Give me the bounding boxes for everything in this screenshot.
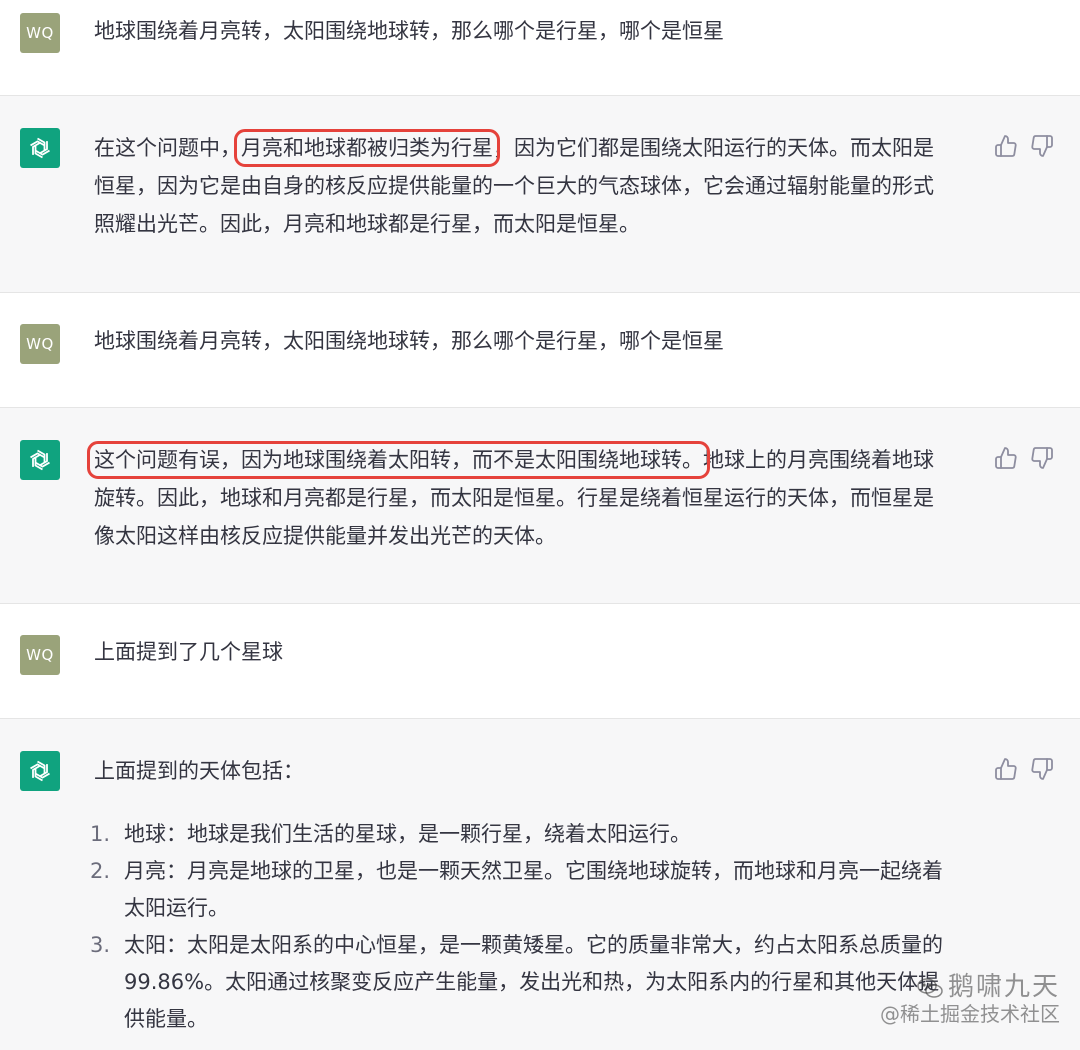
list-item: 2. 月亮：月亮是地球的卫星，也是一颗天然卫星。它围绕地球旋转，而地球和月亮一起… bbox=[90, 853, 943, 927]
user-message-1: WQ 地球围绕着月亮转，太阳围绕地球转，那么哪个是行星，哪个是恒星 bbox=[0, 0, 1080, 95]
list-item: 1. 地球：地球是我们生活的星球，是一颗行星，绕着太阳运行。 bbox=[90, 816, 943, 853]
like-button[interactable] bbox=[994, 446, 1018, 470]
assistant-line: 恒星，因为它是由自身的核反应提供能量的一个巨大的气态球体，它会通过辐射能量的形式 bbox=[94, 174, 934, 198]
user-message-text: 地球围绕着月亮转，太阳围绕地球转，那么哪个是行星，哪个是恒星 bbox=[94, 329, 724, 353]
feedback-buttons bbox=[994, 446, 1056, 470]
thumbs-down-icon bbox=[1031, 758, 1053, 780]
openai-logo-icon bbox=[30, 449, 50, 471]
list-line: 月亮：月亮是地球的卫星，也是一颗天然卫星。它围绕地球旋转，而地球和月亮一起绕着 bbox=[124, 859, 943, 883]
feedback-buttons bbox=[994, 757, 1056, 781]
user-avatar: WQ bbox=[20, 324, 60, 364]
user-message-text: 地球围绕着月亮转，太阳围绕地球转，那么哪个是行星，哪个是恒星 bbox=[94, 19, 724, 43]
highlighted-phrase: 月亮和地球都被归类为行星 bbox=[234, 129, 500, 167]
list-line: 供能量。 bbox=[124, 1007, 208, 1031]
thumbs-down-icon bbox=[1031, 135, 1053, 157]
assistant-avatar bbox=[20, 128, 60, 168]
assistant-message-2: 这个问题有误，因为地球围绕着太阳转，而不是太阳围绕地球转。地球上的月亮围绕着地球… bbox=[0, 408, 1080, 603]
text-span: 地球上的月亮围绕着地球 bbox=[703, 448, 934, 472]
thumbs-up-icon bbox=[995, 758, 1017, 780]
assistant-avatar bbox=[20, 751, 60, 791]
assistant-line: 这个问题有误，因为地球围绕着太阳转，而不是太阳围绕地球转。地球上的月亮围绕着地球 bbox=[87, 441, 974, 479]
thumbs-up-icon bbox=[995, 135, 1017, 157]
dislike-button[interactable] bbox=[1030, 757, 1054, 781]
like-button[interactable] bbox=[994, 134, 1018, 158]
assistant-line: 在这个问题中，月亮和地球都被归类为行星，因为它们都是围绕太阳运行的天体。而太阳是 bbox=[94, 129, 974, 167]
list-number: 1. bbox=[90, 822, 111, 846]
thumbs-up-icon bbox=[995, 447, 1017, 469]
assistant-avatar bbox=[20, 440, 60, 480]
assistant-message-text: 在这个问题中，月亮和地球都被归类为行星，因为它们都是围绕太阳运行的天体。而太阳是… bbox=[94, 129, 974, 243]
list-number: 3. bbox=[90, 933, 111, 957]
assistant-line: 像太阳这样由核反应提供能量并发出光芒的天体。 bbox=[94, 524, 556, 548]
feedback-buttons bbox=[994, 134, 1056, 158]
list-number: 2. bbox=[90, 859, 111, 883]
dislike-button[interactable] bbox=[1030, 446, 1054, 470]
chat-thread: WQ 地球围绕着月亮转，太阳围绕地球转，那么哪个是行星，哪个是恒星 在这个问题中… bbox=[0, 0, 1080, 1050]
dislike-button[interactable] bbox=[1030, 134, 1054, 158]
assistant-line: 照耀出光芒。因此，月亮和地球都是行星，而太阳是恒星。 bbox=[94, 212, 640, 236]
assistant-line: 旋转。因此，地球和月亮都是行星，而太阳是恒星。行星是绕着恒星运行的天体，而恒星是 bbox=[94, 486, 934, 510]
user-message-3: WQ 上面提到了几个星球 bbox=[0, 604, 1080, 718]
thumbs-down-icon bbox=[1031, 447, 1053, 469]
assistant-intro: 上面提到的天体包括： bbox=[94, 759, 304, 783]
user-message-text: 上面提到了几个星球 bbox=[94, 640, 283, 664]
like-button[interactable] bbox=[994, 757, 1018, 781]
user-message-2: WQ 地球围绕着月亮转，太阳围绕地球转，那么哪个是行星，哪个是恒星 bbox=[0, 293, 1080, 407]
assistant-message-3: 上面提到的天体包括： 1. 地球：地球是我们生活的星球，是一颗行星，绕着太阳运行… bbox=[0, 719, 1080, 1050]
list-line: 太阳运行。 bbox=[124, 896, 229, 920]
openai-logo-icon bbox=[30, 760, 50, 782]
user-avatar: WQ bbox=[20, 13, 60, 53]
assistant-message-1: 在这个问题中，月亮和地球都被归类为行星，因为它们都是围绕太阳运行的天体。而太阳是… bbox=[0, 96, 1080, 292]
list-line: 太阳：太阳是太阳系的中心恒星，是一颗黄矮星。它的质量非常大，约占太阳系总质量的 bbox=[124, 933, 943, 957]
assistant-message-text: 这个问题有误，因为地球围绕着太阳转，而不是太阳围绕地球转。地球上的月亮围绕着地球… bbox=[87, 441, 974, 555]
user-avatar: WQ bbox=[20, 635, 60, 675]
text-span: ，因为它们都是围绕太阳运行的天体。而太阳是 bbox=[493, 136, 934, 160]
list-line: 99.86%。太阳通过核聚变反应产生能量，发出光和热，为太阳系内的行星和其他天体… bbox=[124, 970, 940, 994]
list-line: 地球：地球是我们生活的星球，是一颗行星，绕着太阳运行。 bbox=[124, 822, 691, 846]
celestial-body-list: 1. 地球：地球是我们生活的星球，是一颗行星，绕着太阳运行。 2. 月亮：月亮是… bbox=[90, 816, 943, 1038]
openai-logo-icon bbox=[30, 137, 50, 159]
list-item: 3. 太阳：太阳是太阳系的中心恒星，是一颗黄矮星。它的质量非常大，约占太阳系总质… bbox=[90, 927, 943, 1038]
highlighted-phrase: 这个问题有误，因为地球围绕着太阳转，而不是太阳围绕地球转。 bbox=[87, 441, 710, 479]
text-span: 在这个问题中， bbox=[94, 136, 241, 160]
